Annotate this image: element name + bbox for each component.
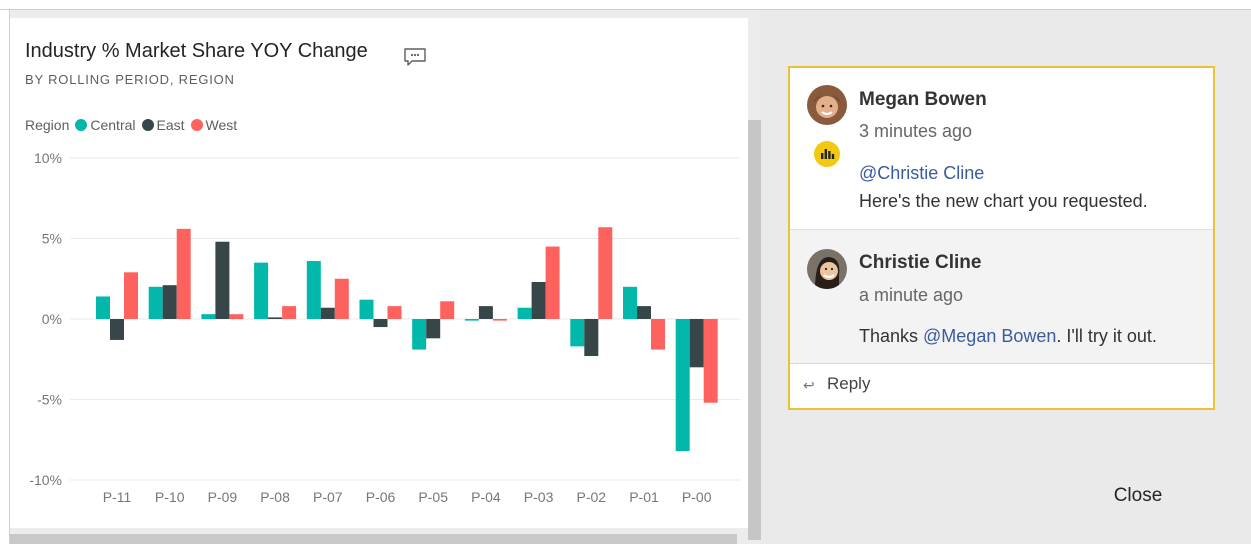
comment-text: Here's the new chart you requested. — [859, 191, 1148, 211]
bar-east — [373, 319, 388, 328]
x-tick-label: P-11 — [103, 489, 132, 505]
mention-link[interactable]: @Christie Cline — [859, 163, 984, 184]
bar-central — [148, 286, 163, 319]
avatar-megan-bowen — [807, 85, 847, 125]
bar-east — [637, 306, 651, 319]
bar-west — [334, 278, 349, 319]
y-tick-label: 10% — [34, 150, 62, 166]
reply-author: Christie Cline — [859, 252, 982, 273]
x-tick-label: P-06 — [366, 489, 396, 505]
bar-east — [689, 319, 704, 368]
x-tick-label: P-03 — [524, 489, 554, 505]
bar-east — [320, 307, 335, 319]
bar-west — [229, 314, 244, 319]
bar-central — [306, 261, 321, 319]
bar-chart: -10% -5% 0% 5% 10% P-11 P-10 P-09 P-08 P-07 P-06 P-… — [29, 150, 740, 505]
bar-east — [531, 281, 546, 319]
avatar-christie-cline — [807, 249, 847, 289]
y-tick-label: 0% — [42, 311, 62, 327]
bar-central — [517, 307, 532, 319]
comment-time: 3 minutes ago — [859, 121, 973, 141]
bar-east — [162, 285, 177, 319]
bar-central — [412, 319, 427, 350]
bar-east — [478, 306, 493, 319]
bar-central — [359, 299, 374, 319]
comment-author: Megan Bowen — [859, 89, 987, 110]
reply-button[interactable]: ↩ Reply — [790, 363, 1213, 409]
bar-central — [464, 319, 479, 321]
bar-central — [201, 314, 216, 319]
reply-label: Reply — [827, 374, 871, 393]
bar-west — [387, 306, 402, 319]
horizontal-scrollbar[interactable] — [10, 534, 737, 544]
y-tick-label: -5% — [37, 392, 62, 408]
vertical-scrollbar[interactable] — [748, 120, 761, 540]
bar-west — [545, 246, 560, 319]
x-tick-label: P-09 — [208, 489, 238, 505]
bar-central — [570, 319, 585, 347]
bar-west — [124, 272, 138, 319]
bar-east — [215, 241, 230, 319]
x-tick-label: P-07 — [313, 489, 343, 505]
x-tick-label: P-10 — [155, 489, 185, 505]
bar-west — [651, 319, 665, 350]
bar-central — [254, 262, 269, 319]
reply-text: Thanks @Megan Bowen. I'll try it out. — [859, 326, 1157, 347]
comment-thread: Megan Bowen 3 minutes ago @Christie Clin… — [788, 66, 1215, 410]
bar-east — [268, 317, 283, 319]
x-tick-label: P-05 — [418, 489, 448, 505]
close-button[interactable]: Close — [1100, 480, 1176, 512]
reply-comment: Christie Cline a minute ago Thanks @Mega… — [790, 229, 1213, 364]
x-tick-label: P-02 — [577, 489, 607, 505]
reply-text-start: Thanks — [859, 326, 924, 346]
bar-central — [96, 296, 110, 319]
bar-east — [426, 319, 441, 339]
x-tick-label: P-01 — [629, 489, 659, 505]
bar-west — [440, 301, 455, 319]
bar-east — [584, 319, 599, 357]
bar-west — [176, 228, 191, 319]
mention-link[interactable]: @Megan Bowen — [923, 326, 1056, 346]
reply-text-end: . I'll try it out. — [1056, 326, 1157, 346]
x-tick-label: P-08 — [260, 489, 290, 505]
bar-east — [110, 319, 124, 340]
bar-west — [492, 319, 507, 321]
reply-time: a minute ago — [859, 285, 964, 305]
y-tick-label: 5% — [42, 231, 62, 247]
bar-central — [675, 319, 690, 452]
reply-arrow-icon: ↩ — [803, 377, 815, 393]
bar-west — [703, 319, 718, 403]
bar-central — [623, 286, 637, 319]
y-tick-label: -10% — [29, 472, 62, 488]
bar-west — [598, 227, 613, 319]
bar-west — [282, 306, 297, 319]
x-tick-label: P-00 — [682, 489, 712, 505]
power-bi-icon — [814, 141, 840, 167]
x-tick-label: P-04 — [471, 489, 501, 505]
